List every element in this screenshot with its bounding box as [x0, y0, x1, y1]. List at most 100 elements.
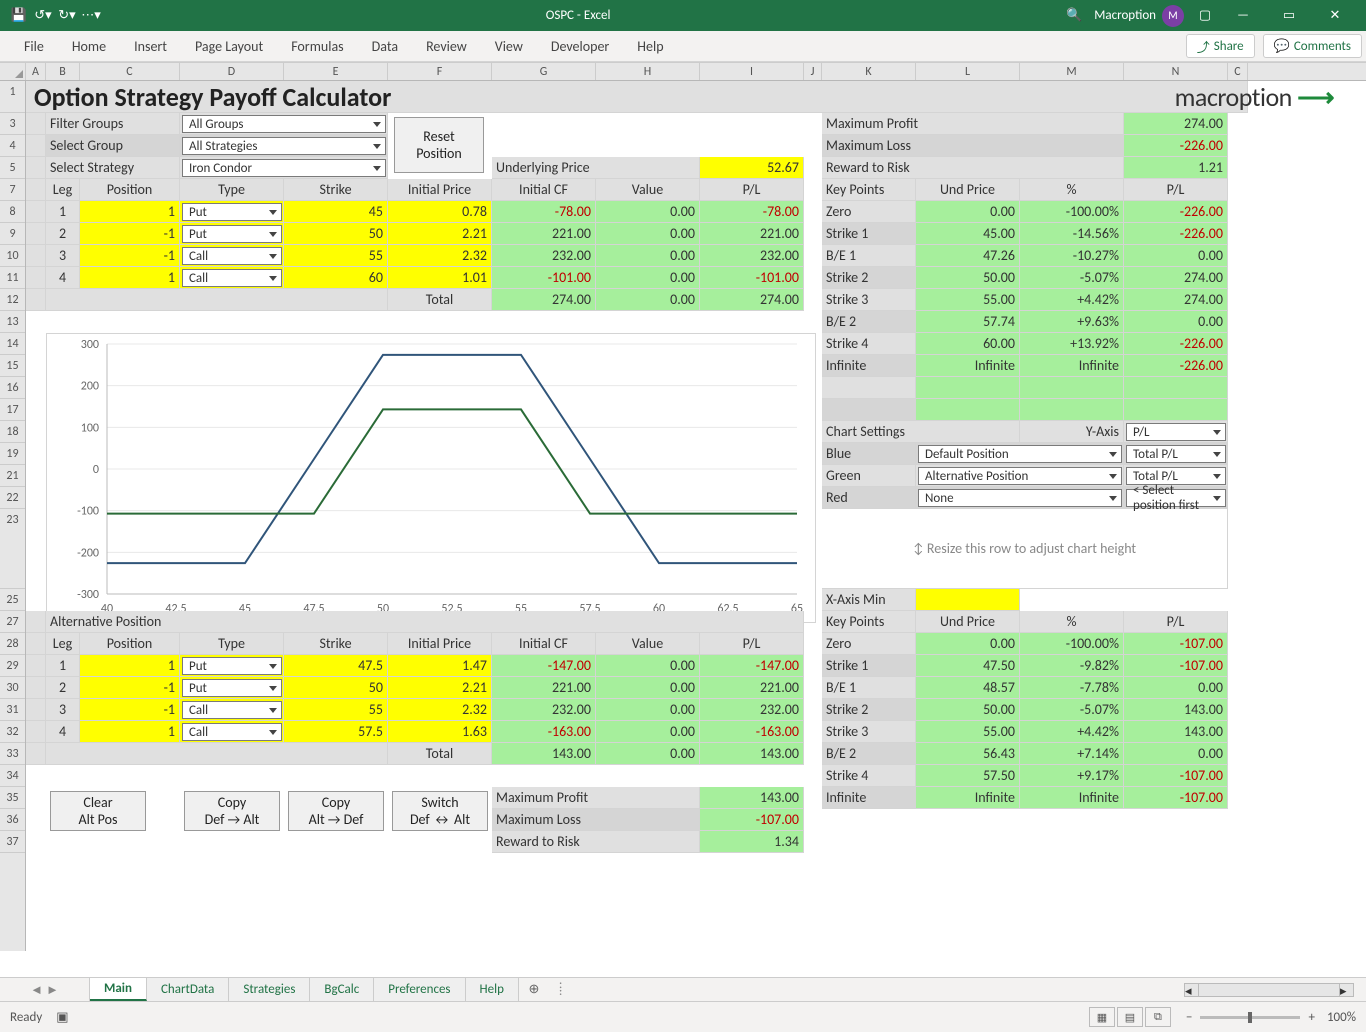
leg-position[interactable]: 1: [80, 267, 180, 289]
series-green-dropdown[interactable]: Alternative Position: [918, 467, 1122, 485]
alt-position[interactable]: 1: [80, 721, 180, 743]
user-name[interactable]: Macroption: [1094, 8, 1156, 23]
zoom-out-button[interactable]: −: [1186, 1010, 1192, 1025]
row-14[interactable]: 14: [0, 333, 25, 355]
row-13[interactable]: 13: [0, 311, 25, 333]
leg-strike[interactable]: 55: [284, 245, 388, 267]
row-11[interactable]: 11: [0, 267, 25, 289]
row-29[interactable]: 29: [0, 655, 25, 677]
minimize-button[interactable]: —: [1220, 0, 1266, 31]
tab-formulas[interactable]: Formulas: [277, 31, 357, 61]
col-G[interactable]: G: [492, 63, 596, 80]
tab-view[interactable]: View: [481, 31, 537, 61]
row-17[interactable]: 17: [0, 399, 25, 421]
select-strategy-dropdown[interactable]: Iron Condor: [182, 159, 386, 177]
close-button[interactable]: ✕: [1312, 0, 1358, 31]
reset-position-button[interactable]: Reset Position: [394, 117, 484, 173]
leg-type-dropdown[interactable]: Put: [182, 225, 282, 243]
alt-strike[interactable]: 55: [284, 699, 388, 721]
tab-home[interactable]: Home: [58, 31, 120, 61]
col-K[interactable]: K: [822, 63, 916, 80]
tab-insert[interactable]: Insert: [120, 31, 181, 61]
row-30[interactable]: 30: [0, 677, 25, 699]
row-36[interactable]: 36: [0, 809, 25, 831]
ribbon-display-options-icon[interactable]: ▢: [1190, 8, 1220, 23]
alt-strike[interactable]: 47.5: [284, 655, 388, 677]
sheet-tab-strategies[interactable]: Strategies: [229, 978, 310, 1001]
row-15[interactable]: 15: [0, 355, 25, 377]
leg-strike[interactable]: 45: [284, 201, 388, 223]
series-red-y-dropdown[interactable]: < Select position first: [1126, 489, 1226, 507]
copy-def-to-alt-button[interactable]: Copy Def → Alt: [184, 791, 280, 831]
col-I[interactable]: I: [700, 63, 804, 80]
row-12[interactable]: 12: [0, 289, 25, 311]
alt-price[interactable]: 1.47: [388, 655, 492, 677]
tab-split-handle[interactable]: ⁞: [559, 982, 562, 997]
row-25[interactable]: 25: [0, 589, 25, 611]
sheet-tab-bgcalc[interactable]: BgCalc: [310, 978, 374, 1001]
leg-strike[interactable]: 60: [284, 267, 388, 289]
payoff-chart[interactable]: -300-200-10001002003004042.54547.55052.5…: [46, 333, 816, 623]
col-A[interactable]: A: [26, 63, 46, 80]
row-10[interactable]: 10: [0, 245, 25, 267]
alt-type-dropdown[interactable]: Put: [182, 679, 282, 697]
alt-strike[interactable]: 50: [284, 677, 388, 699]
alt-price[interactable]: 2.32: [388, 699, 492, 721]
zoom-slider[interactable]: [1200, 1016, 1300, 1019]
row-7[interactable]: 7: [0, 179, 25, 201]
col-E[interactable]: E: [284, 63, 388, 80]
row-22[interactable]: 22: [0, 487, 25, 509]
row-21[interactable]: 21: [0, 465, 25, 487]
row-27[interactable]: 27: [0, 611, 25, 633]
col-B[interactable]: B: [46, 63, 80, 80]
row-37[interactable]: 37: [0, 831, 25, 853]
col-J[interactable]: J: [804, 63, 822, 80]
col-L[interactable]: L: [916, 63, 1020, 80]
tab-help[interactable]: Help: [623, 31, 677, 61]
alt-price[interactable]: 1.63: [388, 721, 492, 743]
sheet-tab-chartdata[interactable]: ChartData: [147, 978, 229, 1001]
leg-type-dropdown[interactable]: Call: [182, 247, 282, 265]
horizontal-scrollbar[interactable]: ◂▸: [1184, 983, 1354, 997]
zoom-level[interactable]: 100%: [1327, 1010, 1356, 1025]
undo-icon[interactable]: ↺▾: [32, 5, 54, 27]
filter-groups-dropdown[interactable]: All Groups: [182, 115, 386, 133]
zoom-in-button[interactable]: +: [1308, 1010, 1314, 1025]
switch-def-alt-button[interactable]: Switch Def ↔ Alt: [392, 791, 488, 831]
leg-type-dropdown[interactable]: Put: [182, 203, 282, 221]
spreadsheet-grid[interactable]: Option Strategy Payoff Calculator macrop…: [26, 81, 1366, 951]
macro-record-icon[interactable]: ▣: [56, 1010, 68, 1025]
row-32[interactable]: 32: [0, 721, 25, 743]
row-28[interactable]: 28: [0, 633, 25, 655]
row-18[interactable]: 18: [0, 421, 25, 443]
col-C[interactable]: C: [80, 63, 180, 80]
alt-position[interactable]: -1: [80, 677, 180, 699]
row-19[interactable]: 19: [0, 443, 25, 465]
series-blue-dropdown[interactable]: Default Position: [918, 445, 1122, 463]
tab-page-layout[interactable]: Page Layout: [181, 31, 277, 61]
xaxis-min-value[interactable]: [916, 589, 1020, 611]
user-avatar[interactable]: M: [1162, 5, 1184, 27]
tab-file[interactable]: File: [10, 31, 58, 61]
alt-position[interactable]: -1: [80, 699, 180, 721]
row-8[interactable]: 8: [0, 201, 25, 223]
search-icon[interactable]: 🔍: [1054, 8, 1094, 23]
share-button[interactable]: ⤴Share: [1186, 34, 1255, 58]
view-normal-icon[interactable]: ▦: [1089, 1007, 1115, 1027]
row-33[interactable]: 33: [0, 743, 25, 765]
tab-review[interactable]: Review: [412, 31, 481, 61]
tab-data[interactable]: Data: [358, 31, 412, 61]
leg-price[interactable]: 0.78: [388, 201, 492, 223]
underlying-price-value[interactable]: 52.67: [700, 157, 804, 179]
select-all-corner[interactable]: [0, 63, 26, 80]
leg-type-dropdown[interactable]: Call: [182, 269, 282, 287]
alt-type-dropdown[interactable]: Call: [182, 723, 282, 741]
alt-type-dropdown[interactable]: Call: [182, 701, 282, 719]
alt-strike[interactable]: 57.5: [284, 721, 388, 743]
select-group-dropdown[interactable]: All Strategies: [182, 137, 386, 155]
leg-position[interactable]: -1: [80, 223, 180, 245]
row-1[interactable]: 1: [0, 81, 25, 113]
col-H[interactable]: H: [596, 63, 700, 80]
view-page-break-icon[interactable]: ⧉: [1145, 1007, 1171, 1027]
sheet-tab-preferences[interactable]: Preferences: [374, 978, 465, 1001]
